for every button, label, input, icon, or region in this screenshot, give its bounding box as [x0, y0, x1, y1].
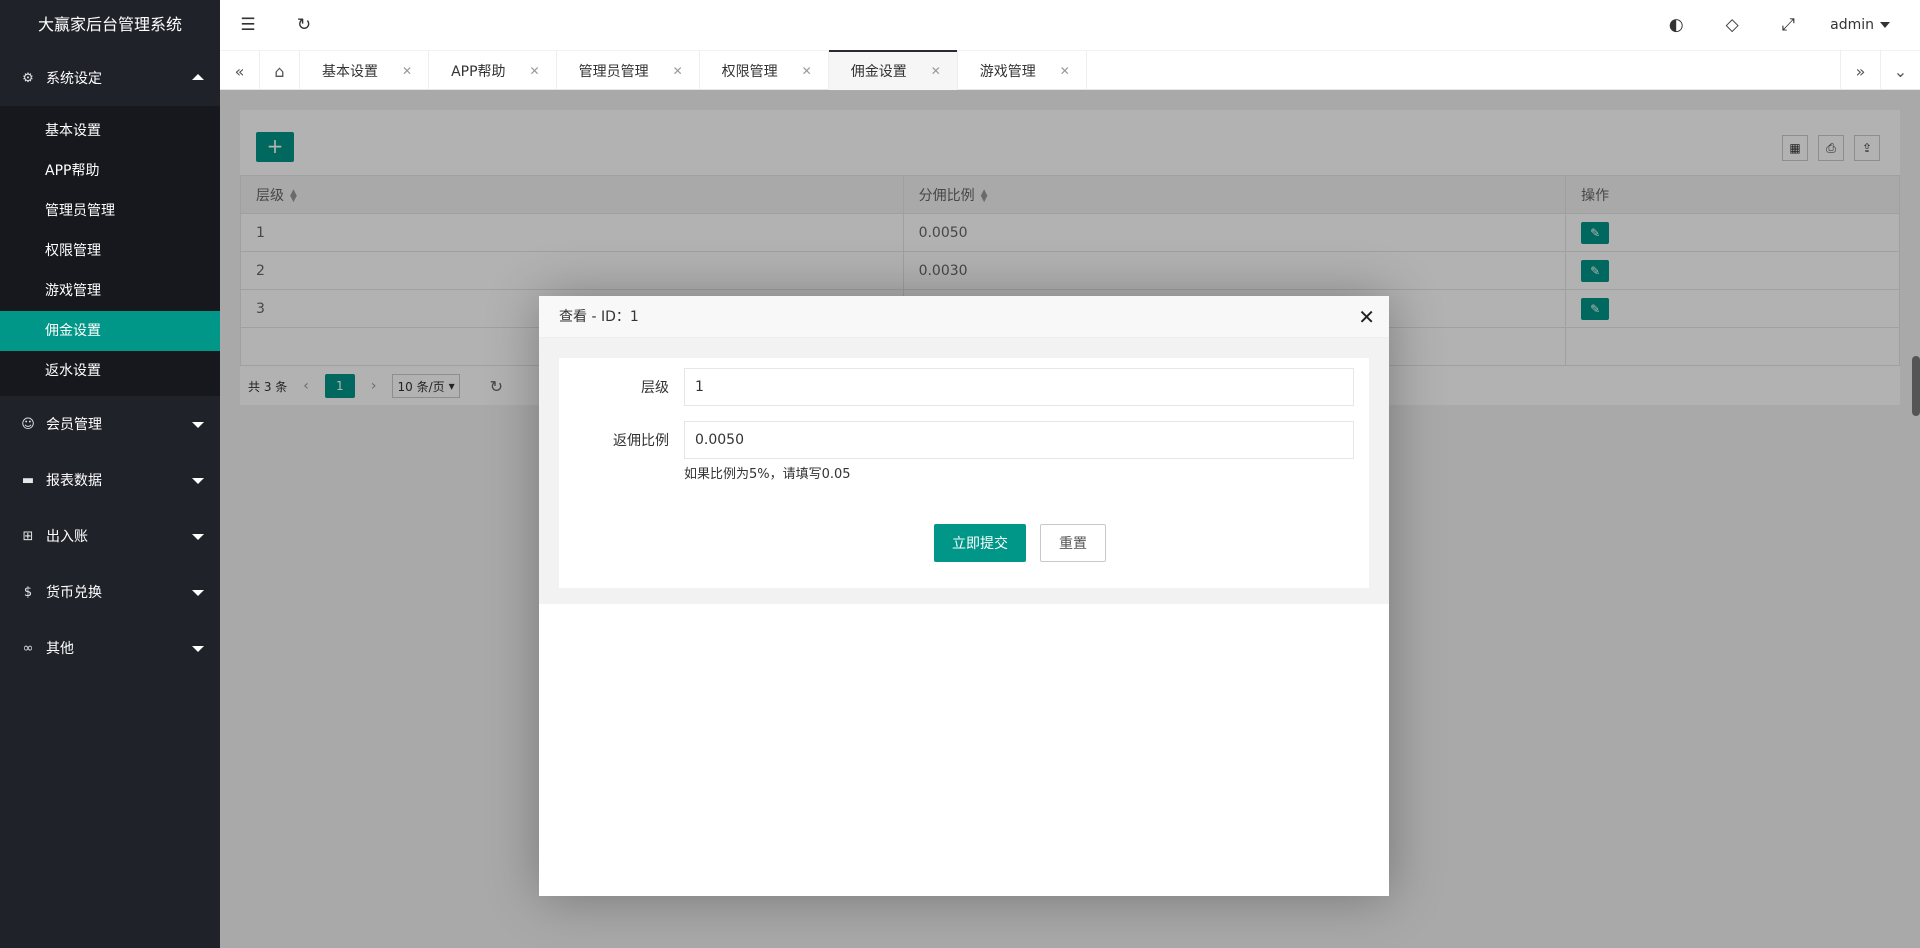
- close-icon[interactable]: ✕: [530, 64, 540, 78]
- sidebar-group-ledger[interactable]: ⊞ 出入账: [0, 508, 220, 564]
- form-row-ratio: 返佣比例: [574, 421, 1354, 459]
- report-icon: ▬: [21, 472, 35, 488]
- tag-icon[interactable]: ◇: [1704, 0, 1760, 50]
- tab-app-help[interactable]: APP帮助 ✕: [429, 51, 557, 91]
- tab-label: APP帮助: [451, 64, 506, 80]
- tabs-menu-chevron-icon[interactable]: ⌄: [1880, 51, 1920, 91]
- level-input[interactable]: [684, 368, 1354, 406]
- close-icon[interactable]: ✕: [802, 64, 812, 78]
- ratio-hint: 如果比例为5%，请填写0.05: [684, 467, 851, 482]
- sidebar-group-label: 系统设定: [46, 71, 102, 87]
- close-icon[interactable]: ✕: [931, 64, 941, 78]
- tab-label: 权限管理: [721, 64, 778, 80]
- caret-down-icon: [192, 534, 204, 540]
- sidebar-item-permission[interactable]: 权限管理: [0, 231, 220, 271]
- sidebar-group-label: 报表数据: [46, 473, 102, 489]
- sidebar-group-other[interactable]: ∞ 其他: [0, 620, 220, 676]
- page-tabs-bar: « ⌂ 基本设置 ✕ APP帮助 ✕ 管理员管理 ✕ 权限管理 ✕ 佣金设置 ✕ 游戏管理…: [220, 50, 1920, 91]
- dialog-body: 层级 返佣比例 如果比例为5%，请填写0.05 立即提交 重置: [539, 338, 1389, 604]
- caret-down-icon: [192, 646, 204, 652]
- caret-down-icon: [192, 478, 204, 484]
- currency-icon: $: [23, 584, 33, 600]
- app-logo-title: 大赢家后台管理系统: [0, 0, 220, 50]
- sidebar-item-game[interactable]: 游戏管理: [0, 271, 220, 311]
- tab-label: 基本设置: [322, 64, 378, 80]
- sidebar: 大赢家后台管理系统 ⚙ 系统设定 基本设置 APP帮助 管理员管理 权限管理 游…: [0, 0, 220, 948]
- caret-down-icon: [192, 422, 204, 428]
- refresh-icon[interactable]: ↻: [276, 0, 332, 50]
- dialog-title: 查看 - ID：1: [559, 309, 639, 325]
- sidebar-group-label: 货币兑换: [46, 585, 102, 601]
- sidebar-item-basic[interactable]: 基本设置: [0, 111, 220, 151]
- sidebar-group-system[interactable]: ⚙ 系统设定: [0, 50, 220, 106]
- sidebar-group-label: 出入账: [46, 529, 88, 545]
- sidebar-item-rebate[interactable]: 返水设置: [0, 351, 220, 391]
- ratio-label: 返佣比例: [613, 433, 669, 449]
- tab-label: 游戏管理: [979, 64, 1036, 80]
- form-row-level: 层级: [574, 368, 1354, 406]
- top-header: ☰ ↻ ◐ ◇ ⤢ admin: [220, 0, 1920, 50]
- sidebar-submenu-system: 基本设置 APP帮助 管理员管理 权限管理 游戏管理 佣金设置 返水设置: [0, 106, 220, 396]
- menu-toggle-icon[interactable]: ☰: [220, 0, 276, 50]
- tab-basic[interactable]: 基本设置 ✕: [300, 51, 430, 91]
- tab-admin[interactable]: 管理员管理 ✕: [557, 51, 700, 91]
- caret-up-icon: [192, 74, 204, 80]
- tabs-scroll-right-icon[interactable]: »: [1840, 51, 1880, 91]
- ratio-input[interactable]: [684, 421, 1354, 459]
- home-tab-icon[interactable]: ⌂: [260, 51, 300, 91]
- close-icon[interactable]: ✕: [1060, 64, 1070, 78]
- page-scrollbar[interactable]: [1912, 356, 1920, 416]
- close-icon[interactable]: ✕: [402, 64, 412, 78]
- chevron-down-icon: [1880, 22, 1890, 28]
- infinity-icon: ∞: [22, 640, 34, 656]
- theme-icon[interactable]: ◐: [1648, 0, 1704, 50]
- submit-button[interactable]: 立即提交: [934, 524, 1026, 562]
- close-icon[interactable]: ✕: [673, 64, 683, 78]
- sidebar-group-label: 其他: [46, 641, 74, 657]
- tabs-scroll-left-icon[interactable]: «: [220, 51, 260, 91]
- reset-button[interactable]: 重置: [1040, 524, 1106, 562]
- close-icon[interactable]: ✕: [1358, 296, 1375, 338]
- sidebar-item-app-help[interactable]: APP帮助: [0, 151, 220, 191]
- fullscreen-icon[interactable]: ⤢: [1760, 0, 1816, 50]
- gear-icon: ⚙: [22, 70, 34, 86]
- sidebar-item-commission[interactable]: 佣金设置: [0, 311, 220, 351]
- tab-commission[interactable]: 佣金设置 ✕: [828, 50, 958, 91]
- user-icon: ☺: [21, 416, 35, 432]
- sidebar-group-currency[interactable]: $ 货币兑换: [0, 564, 220, 620]
- sidebar-item-admin[interactable]: 管理员管理: [0, 191, 220, 231]
- sidebar-group-members[interactable]: ☺ 会员管理: [0, 396, 220, 452]
- level-label: 层级: [641, 380, 669, 396]
- commission-form: 层级 返佣比例 如果比例为5%，请填写0.05 立即提交 重置: [559, 358, 1369, 588]
- tab-game[interactable]: 游戏管理 ✕: [958, 51, 1087, 91]
- user-menu[interactable]: admin: [1816, 17, 1910, 33]
- sidebar-group-label: 会员管理: [46, 417, 102, 433]
- tab-label: 管理员管理: [578, 64, 649, 80]
- tab-permission[interactable]: 权限管理 ✕: [700, 51, 829, 91]
- view-dialog: 查看 - ID：1 ✕ 层级 返佣比例 如果比例为5%，请填写0.05 立即提交…: [539, 296, 1389, 896]
- tab-label: 佣金设置: [850, 64, 907, 80]
- dialog-header: 查看 - ID：1 ✕: [539, 296, 1389, 338]
- caret-down-icon: [192, 590, 204, 596]
- ledger-icon: ⊞: [22, 528, 34, 544]
- sidebar-group-reports[interactable]: ▬ 报表数据: [0, 452, 220, 508]
- user-name: admin: [1830, 17, 1874, 33]
